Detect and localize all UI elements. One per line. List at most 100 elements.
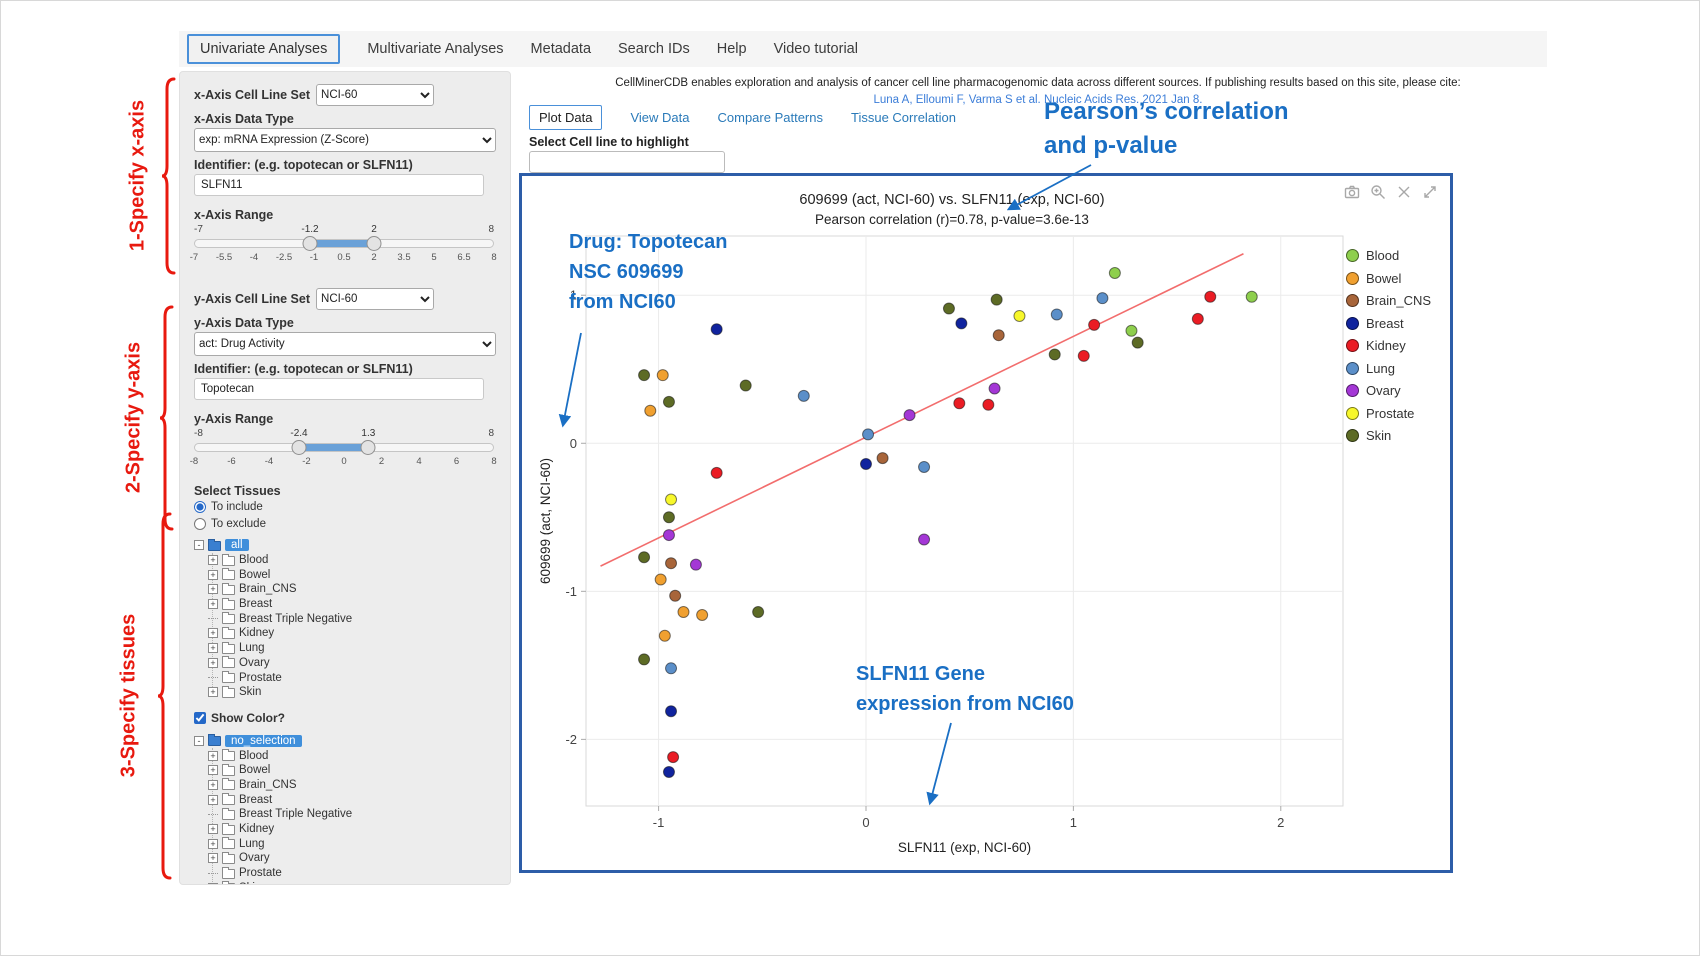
tree-item-brain-cns[interactable]: +Brain_CNS bbox=[208, 778, 496, 793]
expand-icon[interactable]: + bbox=[208, 765, 218, 775]
slider-tick-label: 0.5 bbox=[337, 252, 350, 263]
tree-item-ovary[interactable]: +Ovary bbox=[208, 656, 496, 671]
radio-input-to-include[interactable] bbox=[194, 501, 206, 513]
radio-to-exclude[interactable]: To exclude bbox=[194, 515, 496, 532]
slider-track[interactable] bbox=[194, 443, 494, 452]
folder-icon bbox=[208, 541, 221, 551]
tree-item-breast-triple-negative[interactable]: Breast Triple Negative bbox=[208, 611, 496, 626]
tab-tissue-correlation[interactable]: Tissue Correlation bbox=[851, 110, 956, 125]
slider-handle-low[interactable] bbox=[303, 236, 318, 251]
nav-item-metadata[interactable]: Metadata bbox=[531, 41, 591, 57]
tree-item-brain-cns[interactable]: +Brain_CNS bbox=[208, 582, 496, 597]
tree-item-breast-triple-negative[interactable]: Breast Triple Negative bbox=[208, 807, 496, 822]
folder-icon bbox=[222, 658, 235, 668]
nav-item-video-tutorial[interactable]: Video tutorial bbox=[774, 41, 858, 57]
highlight-cell-line-input[interactable] bbox=[529, 151, 725, 173]
y-range-slider[interactable]: -88-2.41.3-8-6-4-202468 bbox=[194, 428, 494, 468]
legend-item-skin[interactable]: Skin bbox=[1346, 428, 1431, 443]
tree-item-prostate[interactable]: Prostate bbox=[208, 866, 496, 881]
close-icon[interactable] bbox=[1396, 184, 1412, 200]
radio-input-to-exclude[interactable] bbox=[194, 518, 206, 530]
x-range-slider[interactable]: -78-1.22-7-5.5-4-2.5-10.523.556.58 bbox=[194, 224, 494, 264]
folder-icon bbox=[222, 644, 235, 654]
x-identifier-input[interactable] bbox=[194, 174, 484, 196]
expand-icon[interactable]: + bbox=[208, 555, 218, 565]
zoom-icon[interactable] bbox=[1370, 184, 1386, 200]
tree-item-breast[interactable]: +Breast bbox=[208, 597, 496, 612]
tree-item-blood[interactable]: +Blood bbox=[208, 748, 496, 763]
y-cell-line-set-select[interactable]: NCI-60 bbox=[316, 288, 434, 310]
expand-icon[interactable]: + bbox=[208, 658, 218, 668]
tab-compare-patterns[interactable]: Compare Patterns bbox=[718, 110, 824, 125]
tree-root-all[interactable]: -all bbox=[194, 538, 496, 553]
tree-item-kidney[interactable]: +Kidney bbox=[208, 822, 496, 837]
expand-icon[interactable]: + bbox=[208, 687, 218, 697]
tree-root-no-selection[interactable]: -no_selection bbox=[194, 734, 496, 749]
expand-icon[interactable]: + bbox=[208, 780, 218, 790]
tab-plot-data[interactable]: Plot Data bbox=[529, 105, 602, 130]
x-cell-line-set-select[interactable]: NCI-60 bbox=[316, 84, 434, 106]
legend-swatch-icon bbox=[1346, 272, 1359, 285]
chart-subtitle: Pearson correlation (r)=0.78, p-value=3.… bbox=[522, 212, 1382, 227]
show-color-checkbox[interactable] bbox=[194, 712, 206, 724]
expand-icon[interactable]: + bbox=[208, 795, 218, 805]
tissue-radio-group: To includeTo exclude bbox=[194, 498, 496, 532]
expand-icon[interactable]: + bbox=[208, 599, 218, 609]
tree-item-kidney[interactable]: +Kidney bbox=[208, 626, 496, 641]
legend-swatch-icon bbox=[1346, 407, 1359, 420]
radio-to-include[interactable]: To include bbox=[194, 498, 496, 515]
collapse-icon[interactable]: - bbox=[194, 540, 204, 550]
expand-icon[interactable]: + bbox=[208, 628, 218, 638]
plotly-modebar bbox=[1344, 184, 1438, 200]
legend-item-breast[interactable]: Breast bbox=[1346, 316, 1431, 331]
tree-item-skin[interactable]: +Skin bbox=[208, 685, 496, 700]
legend-swatch-icon bbox=[1346, 249, 1359, 262]
slider-tick-label: -6 bbox=[227, 456, 235, 467]
show-color-row[interactable]: Show Color? bbox=[194, 708, 496, 728]
expand-icon[interactable]: + bbox=[208, 584, 218, 594]
slider-handle-high[interactable] bbox=[366, 236, 381, 251]
tree-item-bowel[interactable]: +Bowel bbox=[208, 763, 496, 778]
folder-icon bbox=[222, 825, 235, 835]
nav-item-search-ids[interactable]: Search IDs bbox=[618, 41, 690, 57]
legend-item-brain-cns[interactable]: Brain_CNS bbox=[1346, 293, 1431, 308]
y-data-type-select[interactable]: act: Drug Activity bbox=[194, 332, 496, 356]
expand-icon[interactable]: + bbox=[208, 570, 218, 580]
legend-item-prostate[interactable]: Prostate bbox=[1346, 406, 1431, 421]
tree-item-ovary[interactable]: +Ovary bbox=[208, 851, 496, 866]
legend-item-lung[interactable]: Lung bbox=[1346, 361, 1431, 376]
expand-icon[interactable]: + bbox=[208, 839, 218, 849]
expand-icon[interactable]: + bbox=[208, 751, 218, 761]
slider-handle-high[interactable] bbox=[361, 440, 376, 455]
legend-item-blood[interactable]: Blood bbox=[1346, 248, 1431, 263]
tree-item-bowel[interactable]: +Bowel bbox=[208, 567, 496, 582]
tree-item-skin[interactable]: +Skin bbox=[208, 880, 496, 885]
expand-icon[interactable]: + bbox=[208, 853, 218, 863]
x-data-type-select[interactable]: exp: mRNA Expression (Z-Score) bbox=[194, 128, 496, 152]
tree-item-lung[interactable]: +Lung bbox=[208, 836, 496, 851]
nav-item-help[interactable]: Help bbox=[717, 41, 747, 57]
autoscale-icon[interactable] bbox=[1422, 184, 1438, 200]
expand-icon[interactable]: + bbox=[208, 824, 218, 834]
tab-view-data[interactable]: View Data bbox=[630, 110, 689, 125]
collapse-icon[interactable]: - bbox=[194, 736, 204, 746]
slider-handle-low[interactable] bbox=[292, 440, 307, 455]
nav-item-univariate-analyses[interactable]: Univariate Analyses bbox=[187, 34, 340, 64]
camera-icon[interactable] bbox=[1344, 184, 1360, 200]
slider-track[interactable] bbox=[194, 239, 494, 248]
legend-item-kidney[interactable]: Kidney bbox=[1346, 338, 1431, 353]
legend-swatch-icon bbox=[1346, 384, 1359, 397]
x-data-type-label: x-Axis Data Type bbox=[194, 112, 496, 126]
slider-tick-label: 6.5 bbox=[457, 252, 470, 263]
slider-tick-label: -1 bbox=[310, 252, 318, 263]
legend-item-bowel[interactable]: Bowel bbox=[1346, 271, 1431, 286]
tree-item-blood[interactable]: +Blood bbox=[208, 553, 496, 568]
y-identifier-input[interactable] bbox=[194, 378, 484, 400]
legend-item-ovary[interactable]: Ovary bbox=[1346, 383, 1431, 398]
nav-item-multivariate-analyses[interactable]: Multivariate Analyses bbox=[367, 41, 503, 57]
tree-item-prostate[interactable]: Prostate bbox=[208, 670, 496, 685]
expand-icon[interactable]: + bbox=[208, 883, 218, 885]
tree-item-breast[interactable]: +Breast bbox=[208, 792, 496, 807]
expand-icon[interactable]: + bbox=[208, 643, 218, 653]
tree-item-lung[interactable]: +Lung bbox=[208, 641, 496, 656]
